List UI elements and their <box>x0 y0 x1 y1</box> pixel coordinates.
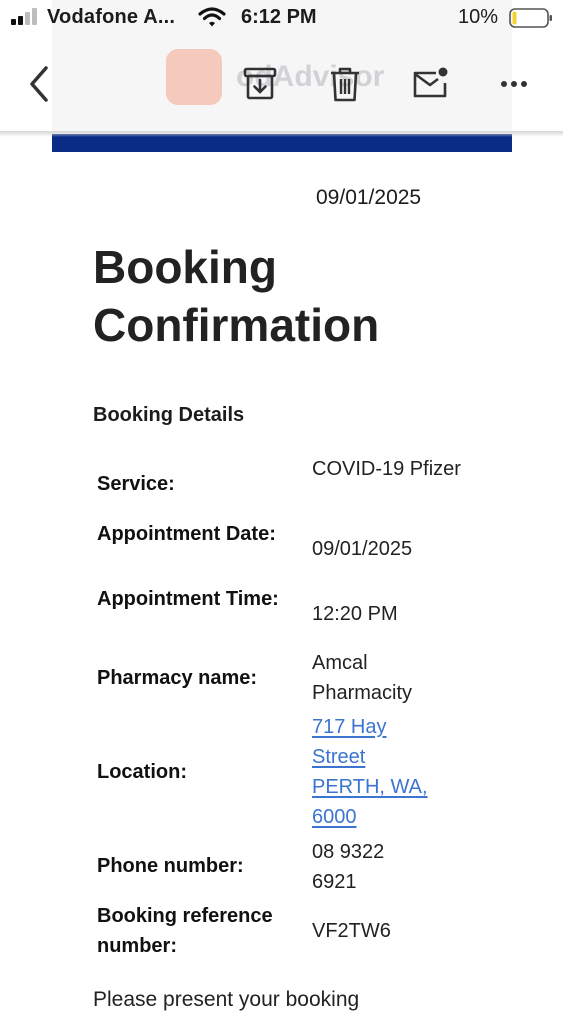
detail-label: Appointment Time: <box>97 588 279 610</box>
status-bar: Vodafone A... 6:12 PM 10% <box>0 0 563 36</box>
battery-percentage: 10% <box>458 6 499 28</box>
back-button[interactable] <box>20 64 60 104</box>
detail-label: Appointment Date: <box>97 523 276 545</box>
archive-button[interactable] <box>240 64 280 104</box>
detail-label: Service: <box>97 473 175 495</box>
detail-label: Phone number: <box>97 855 244 877</box>
more-icon <box>501 81 527 87</box>
trash-icon <box>331 67 359 102</box>
mark-unread-button[interactable] <box>410 64 450 104</box>
detail-value: Amcal Pharmacity <box>312 652 413 704</box>
detail-value: 08 9322 6921 <box>312 841 385 893</box>
more-button[interactable] <box>494 64 534 104</box>
toolbar-divider <box>0 131 563 137</box>
detail-label: Booking reference number: <box>97 905 273 957</box>
wifi-icon <box>198 7 226 27</box>
battery-icon <box>509 8 552 28</box>
mark-unread-icon <box>413 67 448 98</box>
delete-button[interactable] <box>325 64 365 104</box>
detail-value: 09/01/2025 <box>312 538 413 560</box>
detail-value: COVID-19 Pfizer <box>312 458 461 480</box>
cellular-signal-icon <box>11 8 37 25</box>
archive-icon <box>243 67 277 100</box>
detail-label: Location: <box>97 761 187 783</box>
detail-value: VF2TW6 <box>312 920 391 942</box>
status-time: 6:12 PM <box>241 6 317 28</box>
email-date: 09/01/2025 <box>316 186 422 209</box>
carrier-name: Vodafone A... <box>47 6 176 28</box>
back-chevron-icon <box>30 66 48 102</box>
detail-label: Pharmacy name: <box>97 667 258 689</box>
section-heading: Booking Details <box>93 404 245 426</box>
footer-instructions: Please present your booking <box>93 988 360 1011</box>
detail-value: 12:20 PM <box>312 603 398 625</box>
location-link[interactable]: 717 Hay Street PERTH, WA, 6000 <box>312 712 432 832</box>
email-toolbar <box>0 36 563 132</box>
page-title: Booking Confirmation <box>93 241 380 351</box>
